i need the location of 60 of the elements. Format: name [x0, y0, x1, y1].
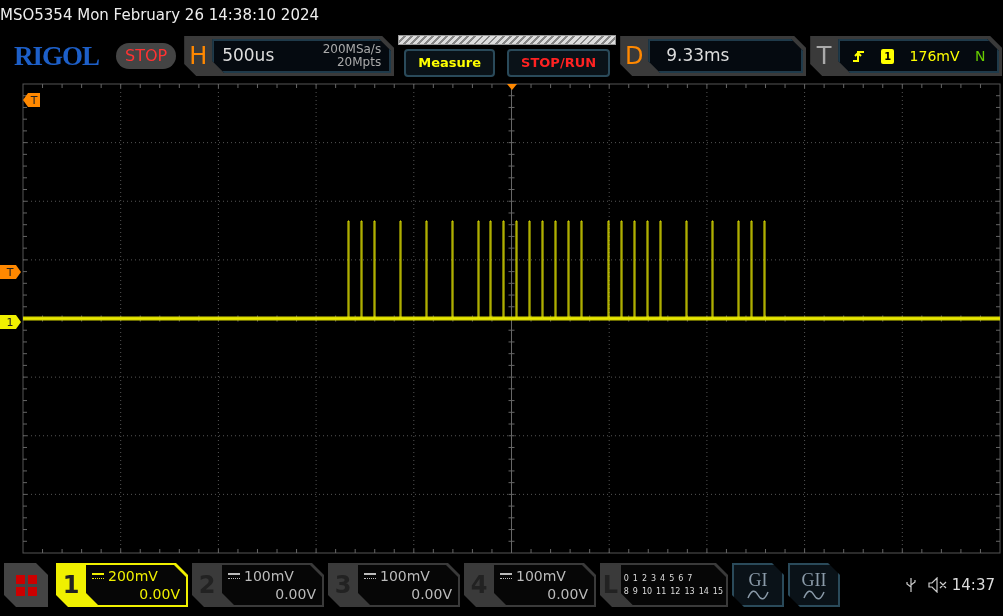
measure-button[interactable]: Measure [404, 49, 495, 77]
logic-bit: 8 [623, 586, 629, 598]
channel-scale: 100mV [244, 567, 294, 585]
channel-offset: 0.00V [275, 586, 316, 602]
logic-bit: 4 [660, 573, 666, 585]
status-line: MSO5354 Mon February 26 14:38:10 2024 [0, 5, 320, 26]
panel-label: D [624, 42, 644, 70]
trigger-level: 176mV [909, 46, 960, 66]
logic-bit: 5 [669, 573, 675, 585]
logic-bit: 7 [687, 573, 693, 585]
logic-bit: 9 [632, 586, 638, 598]
logic-bit: 11 [656, 586, 667, 598]
dc-coupling-icon [500, 573, 512, 579]
horizontal-panel[interactable]: H 500us 200MSa/s 20Mpts [184, 36, 395, 76]
logo: RIGOL [13, 42, 101, 70]
speaker-muted-icon [927, 577, 948, 593]
channel-number: 1 [62, 570, 80, 601]
logic-bit: 2 [641, 573, 647, 585]
trigger-position-icon [507, 84, 517, 90]
trigger-marker: T [0, 265, 21, 279]
rising-edge-icon [851, 49, 866, 63]
logic-bit: 10 [641, 586, 653, 598]
sample-rate: 200MSa/s [322, 43, 382, 56]
channel-button[interactable]: 1 200mV 0.00V [56, 563, 188, 607]
generator-button[interactable]: GII [788, 563, 840, 607]
memory-depth: 20Mpts [335, 56, 382, 69]
channel-offset: 0.00V [547, 586, 588, 602]
channel-offset: 0.00V [139, 586, 180, 602]
panel-label: H [189, 42, 208, 70]
delay-panel[interactable]: D 9.33ms [620, 36, 807, 76]
trigger-panel[interactable]: T 1 176mV N [810, 36, 1003, 76]
logic-bit: 0 [623, 573, 629, 585]
logic-bit: 1 [632, 573, 638, 585]
logic-bit: 6 [678, 573, 684, 585]
logic-bit: 3 [650, 573, 657, 585]
timebase-value: 500us [222, 44, 275, 68]
sine-wave-icon [747, 590, 769, 600]
channel-scale: 100mV [516, 567, 566, 585]
delay-value: 9.33ms [666, 44, 730, 68]
channel-scale: 100mV [380, 567, 430, 585]
menu-button[interactable] [4, 563, 48, 607]
dc-coupling-icon [92, 573, 104, 579]
sine-wave-icon [803, 590, 825, 600]
clock-time: 14:37 [951, 574, 995, 596]
logic-bit: 14 [698, 586, 709, 598]
dc-coupling-icon [364, 573, 376, 579]
channel-offset: 0.00V [411, 586, 452, 602]
channel-scale: 200mV [108, 567, 158, 585]
generator-button[interactable]: GI [732, 563, 784, 607]
trigger-mode: N [974, 46, 986, 66]
logic-bit: 15 [712, 586, 723, 598]
channel-marker: 1 [0, 315, 21, 329]
stop-run-button[interactable]: STOP/RUN [507, 49, 611, 77]
trigger-source-badge: 1 [881, 48, 895, 64]
panel-label: T [816, 42, 832, 70]
trigger-marker: T [23, 93, 40, 107]
dc-coupling-icon [228, 573, 240, 579]
logic-bit: 13 [684, 586, 695, 598]
logic-bit: 12 [670, 586, 681, 598]
usb-icon [905, 577, 916, 593]
